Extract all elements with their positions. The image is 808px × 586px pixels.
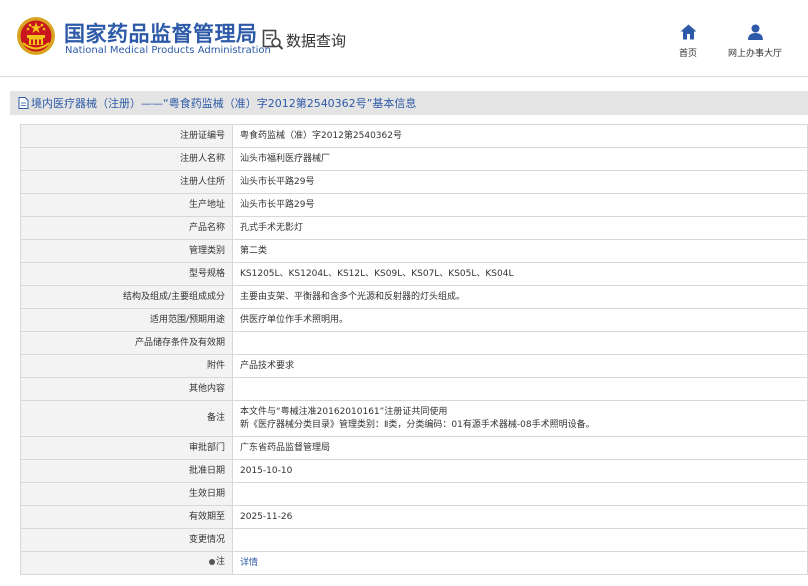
field-label: 生产地址 [20,193,233,217]
table-row: 生产地址 汕头市长平路29号 [20,193,808,217]
effective-date-value [232,482,808,506]
registrant-value: 汕头市福利医疗器械厂 [232,147,808,171]
table-row: 型号规格 KS1205L、KS1204L、KS12L、KS09L、KS07L、K… [20,262,808,286]
table-row: 变更情况 [20,528,808,552]
field-label: 产品储存条件及有效期 [20,331,233,355]
record-title-bar: 境内医疗器械（注册）——“粤食药监械（准）字2012第2540362号”基本信息 [10,91,808,115]
home-icon [680,24,696,40]
table-row: 注 详情 [20,551,808,575]
table-row: 附件 产品技术要求 [20,354,808,378]
record-info-table: 注册证编号 粤食药监械（准）字2012第2540362号 注册人名称 汕头市福利… [20,124,808,575]
national-emblem-icon [17,17,55,55]
table-row: 审批部门 广东省药品监督管理局 [20,436,808,460]
field-label: 型号规格 [20,262,233,286]
site-title-cn: 国家药品监督管理局 [64,22,258,46]
header-divider [0,76,808,77]
data-query-link[interactable]: 数据查询 [262,28,346,52]
field-label: 变更情况 [20,528,233,552]
change-value [232,528,808,552]
product-name-value: 孔式手术无影灯 [232,216,808,240]
other-value [232,377,808,401]
nav-home-label: 首页 [678,49,697,59]
table-row: 注册证编号 粤食药监械（准）字2012第2540362号 [20,124,808,148]
nav-service-hall-label: 网上办事大厅 [727,49,782,59]
field-label: 其他内容 [20,377,233,401]
table-row: 管理类别 第二类 [20,239,808,263]
data-query-label: 数据查询 [286,31,347,50]
table-row: 其他内容 [20,377,808,401]
table-row: 生效日期 [20,482,808,506]
production-address-value: 汕头市长平路29号 [232,193,808,217]
field-label: 备注 [20,400,233,437]
storage-value [232,331,808,355]
table-row: 批准日期 2015-10-10 [20,459,808,483]
site-title-en: National Medical Products Administration [65,45,271,56]
site-header: 国家药品监督管理局 National Medical Products Admi… [0,0,808,76]
expiry-date-value: 2025-11-26 [232,505,808,529]
nav-home-button[interactable]: 首页 [674,24,702,59]
field-label: 管理类别 [20,239,233,263]
note-label: 注 [208,556,225,569]
table-row: 产品储存条件及有效期 [20,331,808,355]
reg-no-value: 粤食药监械（准）字2012第2540362号 [232,124,808,148]
table-row: 有效期至 2025-11-26 [20,505,808,529]
document-icon [18,97,29,109]
remarks-line: 本文件与“粤械注准20162010161”注册证共同使用 [240,406,448,417]
remarks-value: 本文件与“粤械注准20162010161”注册证共同使用 新《医疗器械分类目录》… [232,400,808,437]
attachment-value: 产品技术要求 [232,354,808,378]
field-label: 适用范围/预期用途 [20,308,233,332]
field-label: 审批部门 [20,436,233,460]
field-label: 注 [215,556,225,567]
residence-value: 汕头市长平路29号 [232,170,808,194]
table-row: 结构及组成/主要组成成分 主要由支架、平衡器和含多个光源和反射器的灯头组成。 [20,285,808,309]
table-row: 适用范围/预期用途 供医疗单位作手术照明用。 [20,308,808,332]
field-label: 结构及组成/主要组成成分 [20,285,233,309]
structure-value: 主要由支架、平衡器和含多个光源和反射器的灯头组成。 [232,285,808,309]
field-label: 注册人住所 [20,170,233,194]
nav-service-hall-button[interactable]: 网上办事大厅 [724,24,786,59]
dot-icon [208,559,215,566]
scope-value: 供医疗单位作手术照明用。 [232,308,808,332]
note-label-cell: 注 [20,551,233,575]
table-row: 备注 本文件与“粤械注准20162010161”注册证共同使用 新《医疗器械分类… [20,400,808,437]
field-label: 注册证编号 [20,124,233,148]
field-label: 注册人名称 [20,147,233,171]
field-label: 有效期至 [20,505,233,529]
approval-dept-value: 广东省药品监督管理局 [232,436,808,460]
details-link[interactable]: 详情 [240,558,258,568]
field-label: 产品名称 [20,216,233,240]
field-label: 批准日期 [20,459,233,483]
record-title: 境内医疗器械（注册）——“粤食药监械（准）字2012第2540362号”基本信息 [31,97,417,110]
table-row: 产品名称 孔式手术无影灯 [20,216,808,240]
field-label: 附件 [20,354,233,378]
remarks-line: 新《医疗器械分类目录》管理类别：Ⅱ类，分类编码：01有源手术器械-08手术照明设… [240,419,595,430]
table-row: 注册人住所 汕头市长平路29号 [20,170,808,194]
data-query-icon [262,29,284,50]
model-value: KS1205L、KS1204L、KS12L、KS09L、KS07L、KS05L、… [232,262,808,286]
note-value: 详情 [232,551,808,575]
field-label: 生效日期 [20,482,233,506]
category-value: 第二类 [232,239,808,263]
user-icon [747,24,763,40]
approval-date-value: 2015-10-10 [232,459,808,483]
table-row: 注册人名称 汕头市福利医疗器械厂 [20,147,808,171]
